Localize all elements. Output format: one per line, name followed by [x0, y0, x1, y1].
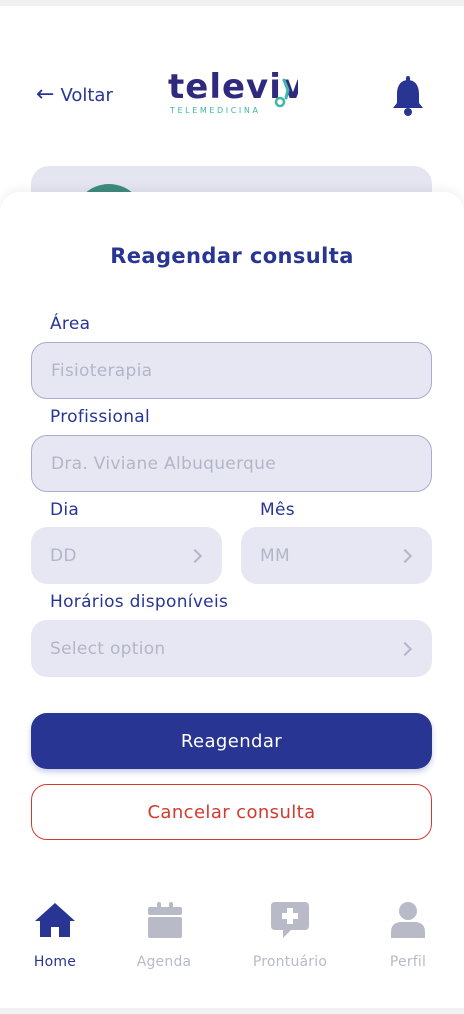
calendar-icon: [148, 902, 182, 938]
day-label: Dia: [50, 500, 80, 520]
area-label: Área: [50, 314, 91, 334]
chevron-right-icon: [187, 548, 203, 563]
professional-label: Profissional: [50, 407, 151, 427]
nav-label-perfil: Perfil: [389, 954, 427, 970]
bottom-nav: Home Agenda Prontuário Perfil: [0, 888, 464, 1008]
chevron-right-icon: [397, 641, 413, 656]
times-label: Horários disponíveis: [50, 592, 229, 612]
back-button[interactable]: ← Voltar: [36, 84, 113, 106]
reschedule-button[interactable]: Reagendar: [31, 713, 432, 769]
back-label: Voltar: [60, 84, 113, 106]
times-select[interactable]: Select option: [31, 620, 432, 677]
sheet-title: Reagendar consulta: [110, 244, 354, 268]
cancel-appointment-button[interactable]: Cancelar consulta: [31, 784, 432, 840]
nav-item-prontuario[interactable]: Prontuário: [235, 900, 345, 970]
chevron-right-icon: [397, 548, 413, 563]
professional-placeholder: Dra. Viviane Albuquerque: [51, 453, 276, 474]
area-placeholder: Fisioterapia: [51, 360, 153, 381]
nav-label-home: Home: [33, 954, 77, 970]
bell-icon[interactable]: [390, 76, 426, 116]
times-placeholder: Select option: [50, 638, 166, 659]
nav-label-prontuario: Prontuário: [252, 954, 328, 970]
month-placeholder: MM: [260, 545, 290, 566]
nav-item-home[interactable]: Home: [0, 900, 110, 970]
medical-chat-icon: [271, 902, 309, 938]
month-label: Mês: [260, 500, 295, 520]
nav-label-agenda: Agenda: [136, 954, 192, 970]
nav-item-agenda[interactable]: Agenda: [109, 900, 219, 970]
nav-item-perfil[interactable]: Perfil: [353, 900, 463, 970]
area-field[interactable]: Fisioterapia: [31, 342, 432, 399]
home-indicator-strip: [0, 1008, 464, 1014]
app-header: ← Voltar televiv TELEMEDICINA: [0, 6, 464, 186]
home-icon: [35, 903, 75, 937]
svg-text:TELEMEDICINA: TELEMEDICINA: [169, 106, 261, 115]
user-icon: [391, 902, 425, 938]
month-select[interactable]: MM: [241, 527, 432, 584]
day-select[interactable]: DD: [31, 527, 222, 584]
arrow-left-icon: ←: [36, 82, 55, 107]
professional-field[interactable]: Dra. Viviane Albuquerque: [31, 435, 432, 492]
day-placeholder: DD: [50, 545, 77, 566]
televiv-logo: televiv TELEMEDICINA: [168, 67, 298, 115]
svg-text:televiv: televiv: [168, 67, 298, 107]
